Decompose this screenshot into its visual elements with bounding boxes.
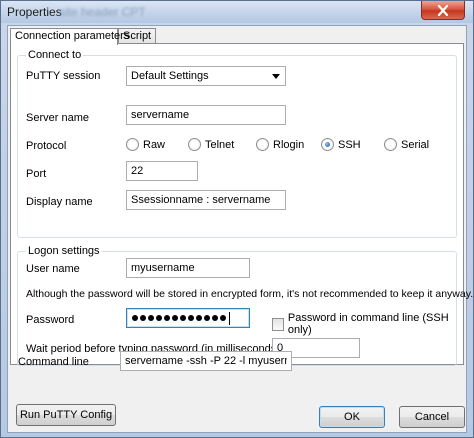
protocol-serial-label: Serial: [401, 138, 430, 151]
server-name-input[interactable]: [126, 105, 286, 125]
radio-circle: [188, 138, 201, 151]
password-input[interactable]: [126, 308, 250, 328]
dialog-client-area: Connection parameters Script Connect to …: [7, 25, 473, 433]
putty-session-select[interactable]: Default Settings: [126, 66, 286, 86]
connect-to-group: Connect to PuTTY session Default Setting…: [17, 49, 457, 238]
port-input[interactable]: [126, 161, 198, 181]
putty-session-label: PuTTY session: [26, 70, 101, 82]
port-label: Port: [26, 168, 47, 180]
run-putty-config-button[interactable]: Run PuTTY Config: [16, 404, 116, 426]
radio-circle: [256, 138, 269, 151]
radio-circle-selected: [321, 138, 334, 151]
tab-connection-parameters[interactable]: Connection parameters: [10, 28, 129, 45]
chevron-down-icon: [272, 74, 280, 79]
radio-circle: [126, 138, 139, 151]
protocol-telnet-label: Telnet: [205, 138, 235, 151]
logon-settings-group: Logon settings User name Although the pa…: [17, 245, 473, 366]
protocol-radio-raw[interactable]: Raw: [126, 138, 165, 151]
properties-window: Properties site header CPT Connection pa…: [0, 0, 474, 438]
window-title-blurred: site header CPT: [59, 5, 146, 19]
logon-settings-group-label: Logon settings: [26, 245, 102, 257]
password-label: Password: [26, 314, 75, 326]
tab-panel-connection: Connect to PuTTY session Default Setting…: [10, 43, 473, 366]
protocol-radio-telnet[interactable]: Telnet: [188, 138, 234, 151]
window-title: Properties: [7, 5, 62, 19]
command-line-label: Command line: [18, 356, 89, 368]
putty-session-value: Default Settings: [131, 70, 209, 82]
protocol-radio-rlogin[interactable]: Rlogin: [256, 138, 304, 151]
user-name-input[interactable]: [126, 258, 250, 278]
protocol-rlogin-label: Rlogin: [273, 138, 305, 151]
password-cmdline-checkbox[interactable]: Password in command line (SSH only): [272, 312, 456, 336]
cancel-button[interactable]: Cancel: [399, 406, 465, 428]
close-icon: [437, 4, 449, 16]
ok-button[interactable]: OK: [319, 406, 385, 428]
protocol-radio-serial[interactable]: Serial: [384, 138, 429, 151]
checkbox-box: [272, 317, 284, 331]
protocol-ssh-label: SSH: [338, 138, 361, 151]
display-name-label: Display name: [26, 196, 93, 208]
password-warning-text: Although the password will be stored in …: [26, 288, 474, 300]
server-name-label: Server name: [26, 112, 89, 124]
connect-to-group-label: Connect to: [26, 49, 84, 61]
password-cmdline-label: Password in command line (SSH only): [287, 312, 449, 336]
title-bar[interactable]: Properties site header CPT: [1, 1, 473, 23]
display-name-input[interactable]: [126, 190, 286, 210]
close-button[interactable]: [421, 1, 465, 20]
protocol-raw-label: Raw: [143, 138, 166, 151]
protocol-label: Protocol: [26, 140, 67, 152]
command-line-input[interactable]: [120, 351, 292, 371]
radio-circle: [384, 138, 397, 151]
user-name-label: User name: [26, 263, 80, 275]
protocol-radio-ssh[interactable]: SSH: [321, 138, 361, 151]
